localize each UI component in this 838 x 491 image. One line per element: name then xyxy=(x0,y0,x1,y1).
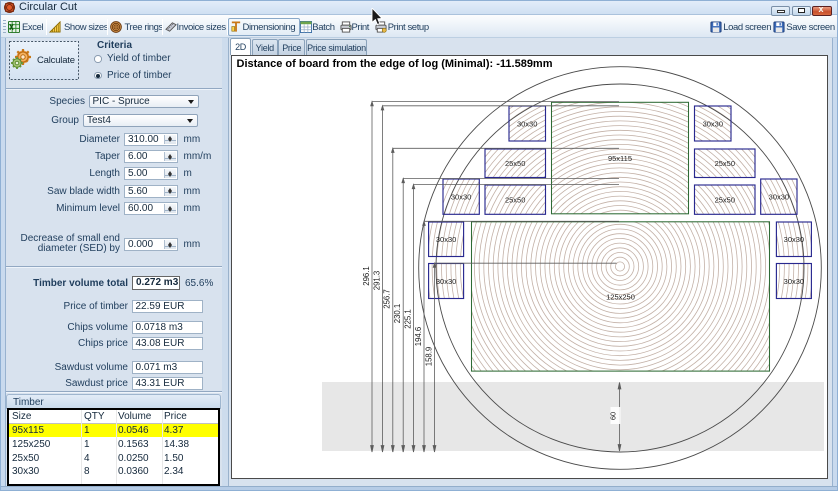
svg-text:25x50: 25x50 xyxy=(715,196,735,205)
svg-text:25x50: 25x50 xyxy=(505,159,525,168)
svg-text:125x250: 125x250 xyxy=(606,292,635,301)
svg-text:60: 60 xyxy=(609,412,618,420)
svg-text:30x30: 30x30 xyxy=(436,235,456,244)
svg-text:158.9: 158.9 xyxy=(424,347,433,367)
svg-text:Distance of board from the edg: Distance of board from the edge of log (… xyxy=(237,58,553,70)
svg-text:30x30: 30x30 xyxy=(784,235,804,244)
svg-text:256.7: 256.7 xyxy=(383,289,392,309)
svg-text:30x30: 30x30 xyxy=(517,119,537,128)
svg-text:25x50: 25x50 xyxy=(505,196,525,205)
svg-text:25x50: 25x50 xyxy=(715,159,735,168)
svg-text:30x30: 30x30 xyxy=(436,277,456,286)
svg-text:194.6: 194.6 xyxy=(414,327,423,347)
svg-text:296.1: 296.1 xyxy=(362,266,371,286)
svg-text:291.3: 291.3 xyxy=(372,271,381,291)
svg-text:30x30: 30x30 xyxy=(703,119,723,128)
svg-text:95x115: 95x115 xyxy=(608,154,632,163)
svg-text:225.1: 225.1 xyxy=(403,309,412,329)
svg-text:230.1: 230.1 xyxy=(393,304,402,324)
svg-text:30x30: 30x30 xyxy=(451,193,471,202)
svg-text:30x30: 30x30 xyxy=(769,193,789,202)
svg-text:30x30: 30x30 xyxy=(784,277,804,286)
